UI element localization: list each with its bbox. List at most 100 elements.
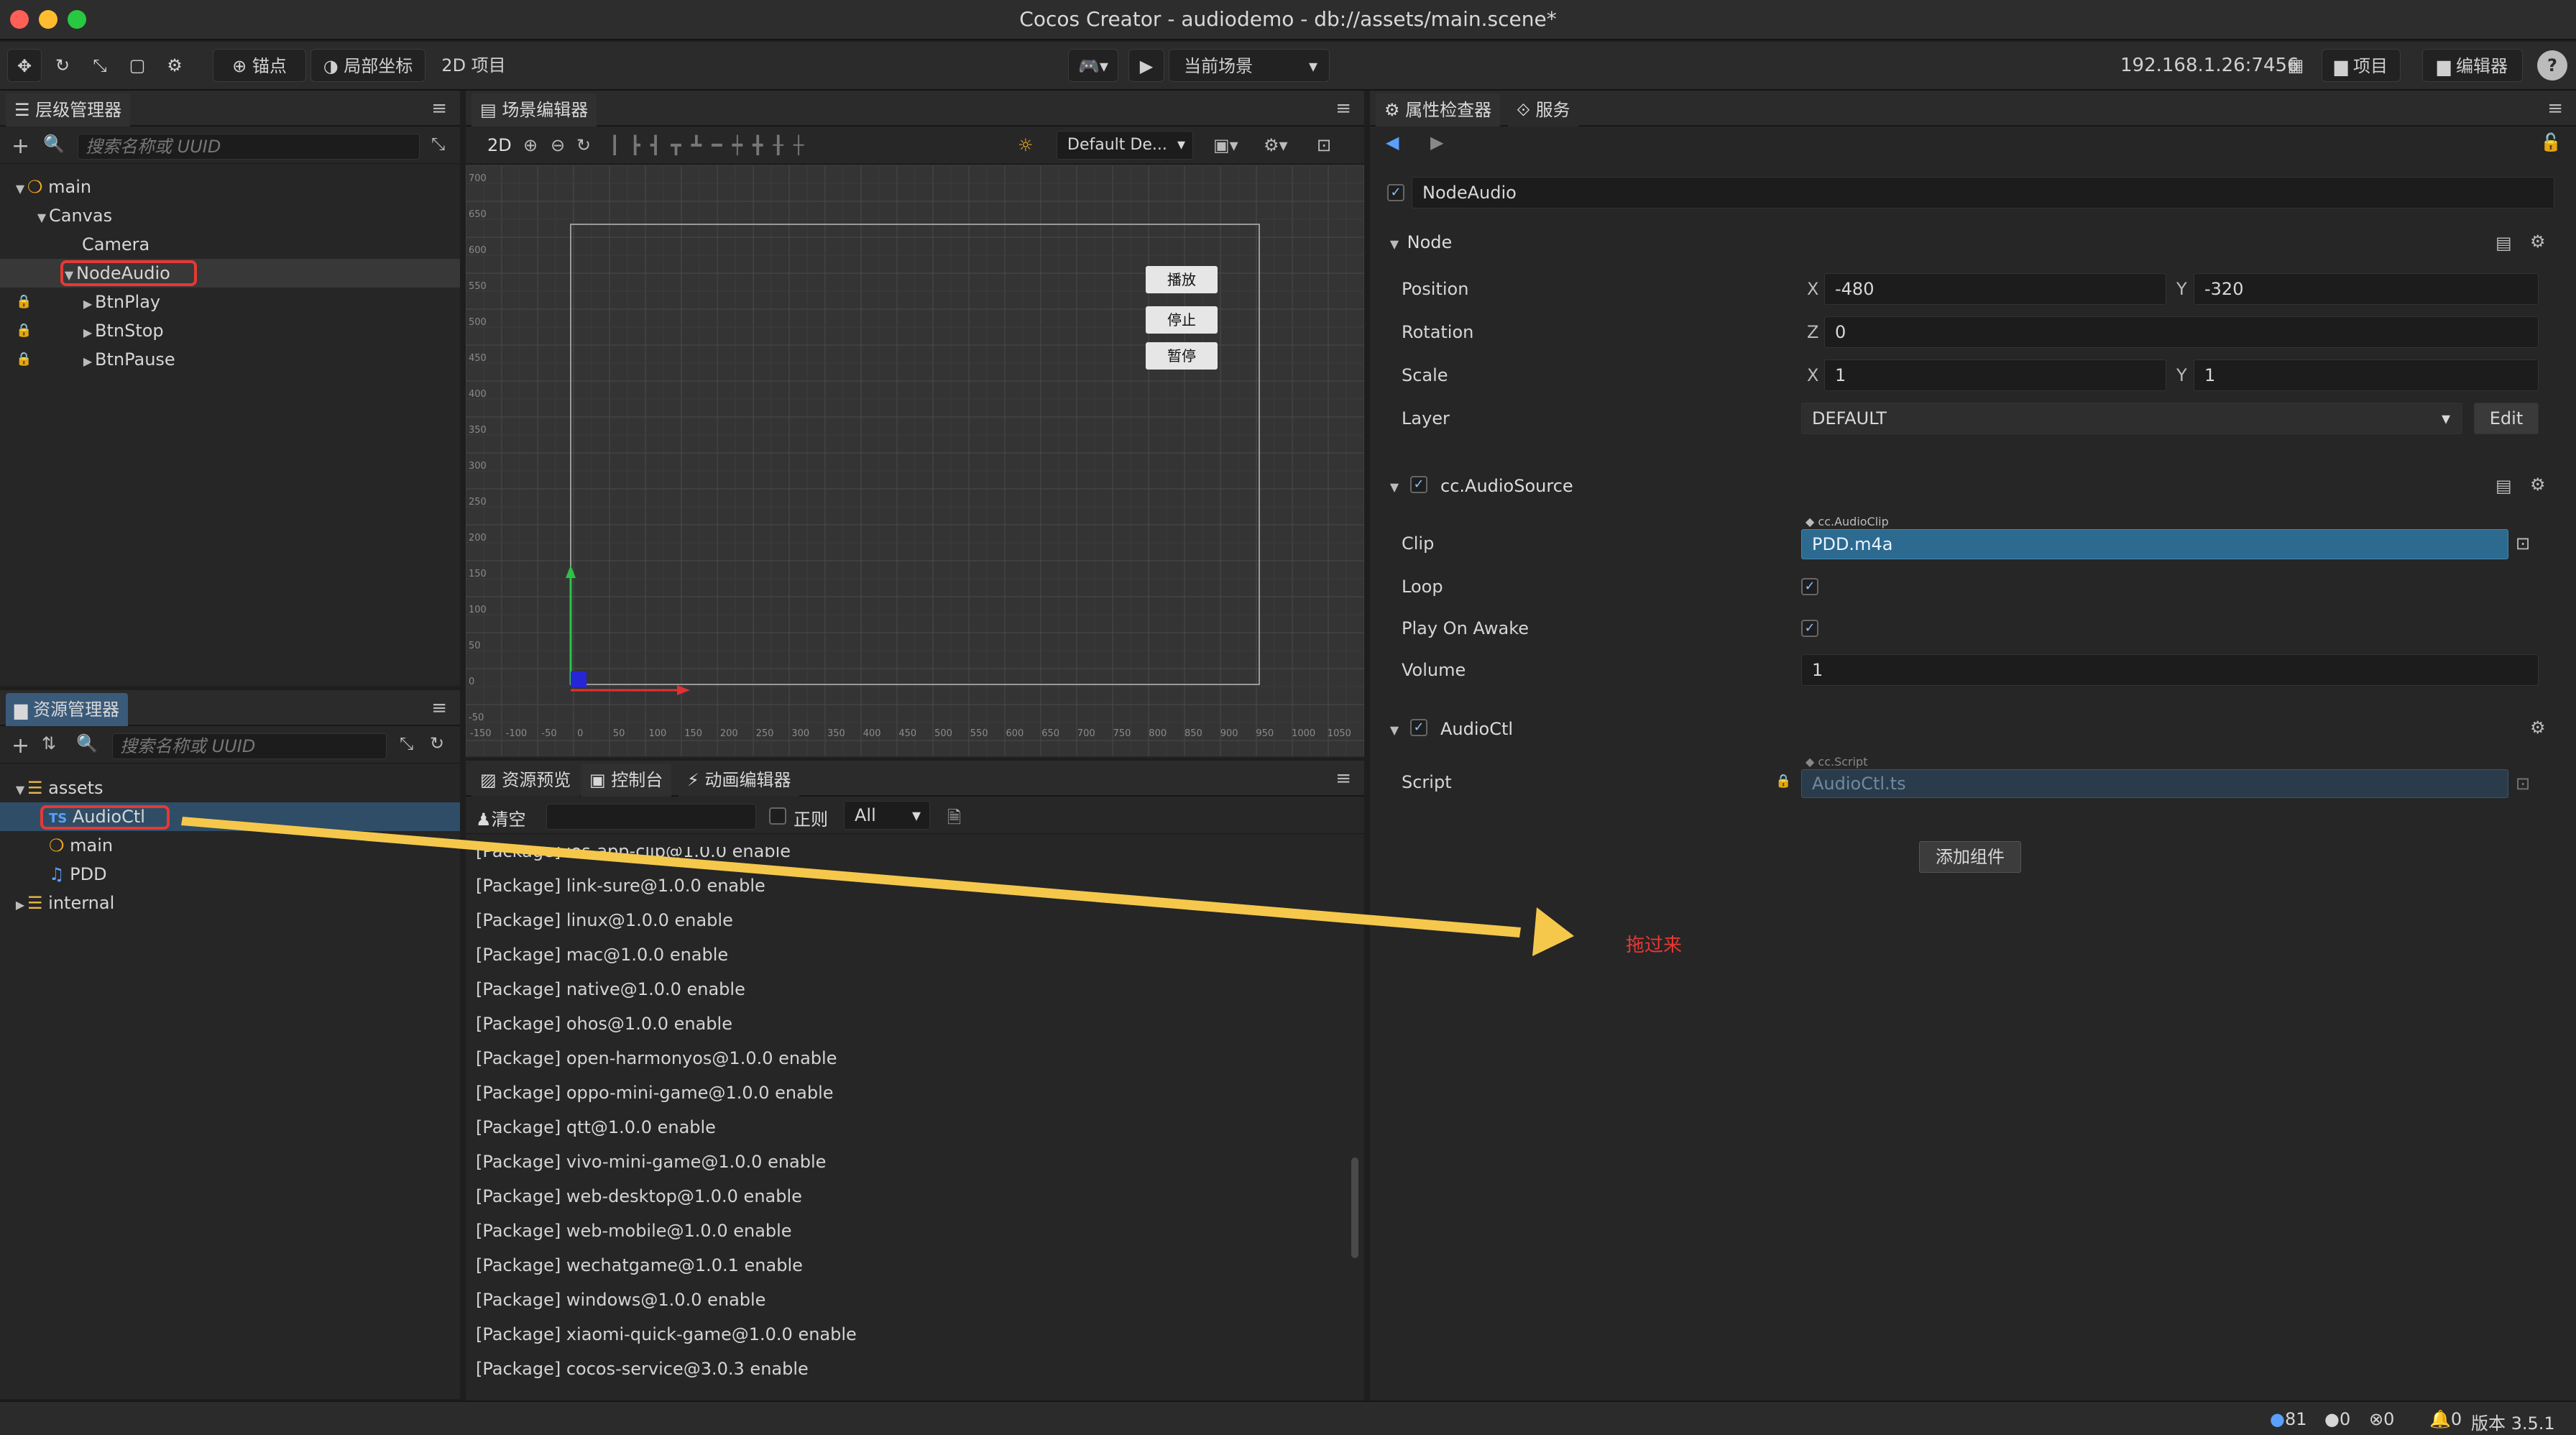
tab-hierarchy[interactable]: ☰ 层级管理器	[6, 93, 131, 127]
search-icon[interactable]: 🔍	[43, 134, 65, 154]
regex-checkbox[interactable]	[769, 807, 786, 825]
scene-select[interactable]: 当前场景 ▾	[1169, 49, 1330, 82]
gear-icon[interactable]: ⚙	[2530, 474, 2546, 495]
asset-main[interactable]: ❍ main	[0, 831, 460, 860]
panel-menu-icon[interactable]: ≡	[1335, 98, 1351, 119]
play-on-awake-checkbox[interactable]: ✓	[1801, 620, 1818, 637]
zoom-in-icon[interactable]: ⊕	[523, 135, 538, 155]
panel-menu-icon[interactable]: ≡	[2547, 98, 2563, 119]
tree-node-btnpause[interactable]: 🔒 ▶ BtnPause	[0, 345, 460, 374]
tab-animation[interactable]: ⚡ 动画编辑器	[678, 764, 800, 797]
help-button[interactable]: ?	[2537, 50, 2567, 81]
light-icon[interactable]: ☼	[1018, 135, 1034, 155]
tab-asset-preview[interactable]: ▨ 资源预览	[472, 764, 580, 797]
tab-assets[interactable]: ▆ 资源管理器	[6, 693, 129, 726]
console-scrollbar[interactable]	[1351, 1157, 1358, 1258]
rotation-label: Rotation	[1402, 322, 1474, 342]
error-count[interactable]: ⊗0	[2369, 1409, 2394, 1429]
panel-menu-icon[interactable]: ≡	[1335, 768, 1351, 789]
tree-node-btnplay[interactable]: 🔒 ▶ BtnPlay	[0, 288, 460, 316]
add-node-icon[interactable]: +	[12, 134, 29, 159]
tab-console[interactable]: ▣ 控制台	[581, 764, 672, 797]
layer-edit-button[interactable]: Edit	[2474, 403, 2539, 434]
layer-select[interactable]: DEFAULT ▾	[1801, 403, 2462, 434]
log-level-select[interactable]: All ▾	[844, 801, 930, 830]
hierarchy-search-input[interactable]: 搜索名称或 UUID	[78, 134, 420, 160]
clip-asset-field[interactable]: PDD.m4a	[1801, 529, 2508, 559]
anchor-toggle[interactable]: ⊕ 锚点	[213, 49, 306, 82]
gear-icon[interactable]: ⚙▾	[1264, 135, 1288, 155]
zoom-out-icon[interactable]: ⊖	[551, 135, 565, 155]
transform-tool-button[interactable]: ⚙	[158, 49, 191, 82]
scale-x-input[interactable]: 1	[1824, 359, 2166, 391]
collapse-icon[interactable]: ⤡	[431, 134, 445, 154]
play-button[interactable]: ▶	[1128, 49, 1164, 82]
locate-asset-icon[interactable]: ⊡	[2516, 533, 2530, 554]
scale-y-input[interactable]: 1	[2194, 359, 2539, 391]
scale-tool-button[interactable]: ⤡	[83, 49, 116, 82]
sort-icon[interactable]: ⇅	[42, 733, 56, 753]
audiosource-enabled-checkbox[interactable]: ✓	[1410, 476, 1427, 493]
tab-inspector[interactable]: ⚙ 属性检查器	[1376, 93, 1501, 127]
asset-folder-assets[interactable]: ▼ ☰ assets	[0, 774, 460, 802]
scene-btn-play[interactable]: 播放	[1146, 266, 1218, 293]
node-active-checkbox[interactable]: ✓	[1387, 184, 1404, 201]
gear-icon[interactable]: ⚙	[2530, 231, 2546, 252]
doc-icon[interactable]: ▤	[2496, 476, 2512, 496]
unlock-icon[interactable]: 🔓	[2540, 132, 2562, 152]
tree-node-btnstop[interactable]: 🔒 ▶ BtnStop	[0, 316, 460, 345]
asset-folder-internal[interactable]: ▶ ☰ internal	[0, 889, 460, 917]
assets-search-input[interactable]: 搜索名称或 UUID	[112, 733, 387, 759]
node-section-header[interactable]: ▼ Node	[1387, 224, 2547, 260]
local-coords-toggle[interactable]: ◑ 局部坐标	[310, 49, 426, 82]
add-component-button[interactable]: 添加组件	[1919, 841, 2021, 873]
clear-button[interactable]: ♟清空	[476, 805, 526, 830]
position-y-input[interactable]: -320	[2194, 273, 2539, 305]
panel-menu-icon[interactable]: ≡	[431, 98, 447, 119]
search-icon[interactable]: 🔍	[76, 733, 98, 753]
notification-count[interactable]: 🔔0	[2429, 1409, 2462, 1429]
gamepad-icon[interactable]: 🎮▾	[1068, 49, 1118, 82]
back-icon[interactable]: ◀	[1386, 132, 1399, 152]
log-file-icon[interactable]: 🗎	[947, 805, 961, 835]
node-name-input[interactable]: NodeAudio	[1412, 177, 2554, 208]
tree-node-main[interactable]: ▼ ❍ main	[0, 173, 460, 201]
rect-tool-button[interactable]: ▢	[121, 49, 154, 82]
camera-icon[interactable]: ▣▾	[1213, 135, 1238, 155]
qrcode-icon[interactable]: ▦	[2284, 49, 2307, 82]
add-asset-icon[interactable]: +	[12, 733, 29, 758]
asset-pdd[interactable]: ♫ PDD	[0, 860, 460, 889]
position-x-input[interactable]: -480	[1824, 273, 2166, 305]
tree-node-camera[interactable]: Camera	[0, 230, 460, 259]
scene-btn-stop[interactable]: 停止	[1146, 306, 1218, 334]
console-filter-input[interactable]	[546, 804, 756, 830]
doc-icon[interactable]: ▤	[2496, 233, 2512, 253]
volume-input[interactable]: 1	[1801, 654, 2539, 686]
loop-checkbox[interactable]: ✓	[1801, 578, 1818, 595]
editor-button[interactable]: ▆ 编辑器	[2422, 49, 2523, 82]
image-icon: ▨	[480, 770, 502, 790]
rotation-z-input[interactable]: 0	[1824, 316, 2539, 348]
script-enabled-checkbox[interactable]: ✓	[1410, 719, 1427, 736]
collapse-icon[interactable]: ⤡	[400, 733, 413, 753]
forward-icon[interactable]: ▶	[1430, 132, 1443, 152]
project-button[interactable]: ▆ 项目	[2322, 49, 2401, 82]
tab-scene[interactable]: ▤ 场景编辑器	[472, 93, 597, 127]
reset-view-icon[interactable]: ↻	[576, 135, 591, 155]
align-icons[interactable]: ┃┣┫┳┻━┿╋╂┼	[610, 135, 814, 155]
refresh-icon[interactable]: ↻	[430, 733, 444, 753]
tab-services[interactable]: ⟐ 服务	[1508, 93, 1579, 127]
gear-icon[interactable]: ⚙	[2530, 718, 2546, 738]
scene-btn-pause[interactable]: 暂停	[1146, 342, 1218, 370]
script-section-header[interactable]: ▼	[1387, 710, 2547, 746]
move-tool-button[interactable]: ✥	[7, 49, 42, 82]
warning-count[interactable]: ●0	[2324, 1409, 2350, 1429]
scene-viewport[interactable]: 7006506005505004504003503002502001501005…	[466, 165, 1364, 756]
panel-menu-icon[interactable]: ≡	[431, 697, 447, 719]
info-count[interactable]: ●81	[2270, 1409, 2307, 1429]
rotate-tool-button[interactable]: ↻	[46, 49, 79, 82]
camera-select[interactable]: Default De... ▾	[1057, 131, 1193, 160]
2d-toggle[interactable]: 2D	[487, 135, 512, 155]
screenshot-icon[interactable]: ⊡	[1317, 135, 1331, 155]
tree-node-canvas[interactable]: ▼ Canvas	[0, 201, 460, 230]
